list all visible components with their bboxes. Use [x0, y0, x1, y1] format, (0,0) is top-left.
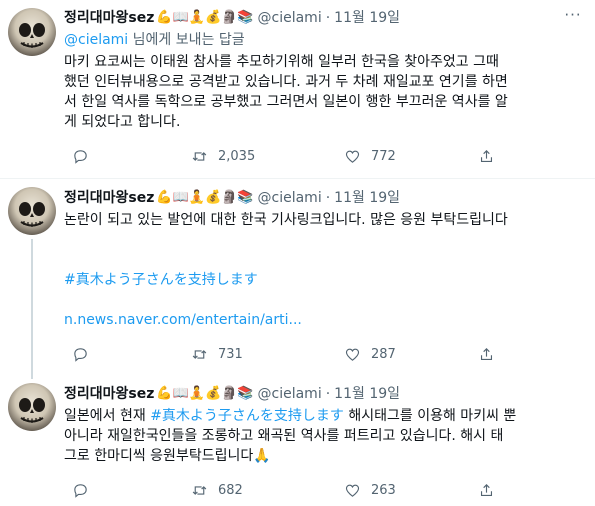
retweet-count: 731	[218, 346, 243, 362]
tweet-text-line: 아니라 재일한국인들을 조롱하고 왜곡된 역사를 퍼트리고 있습니다. 해시 태	[64, 428, 504, 444]
action-bar: 2,035 772	[64, 146, 504, 166]
tweet-header: 정리대마왕sez 💪📖🧘💰🗿📚 @cielami · 11월 19일	[64, 8, 400, 28]
reply-icon	[74, 149, 87, 164]
replying-to: @cielami 님에게 보내는 답글	[64, 30, 245, 50]
user-handle[interactable]: @cielami	[258, 384, 322, 404]
skull-face-icon	[19, 202, 45, 227]
text-segment: 일본에서 현재	[64, 408, 151, 424]
separator-dot: ·	[325, 10, 331, 26]
like-count: 263	[371, 482, 396, 498]
like-button[interactable]: 287	[344, 344, 396, 364]
tweet-date[interactable]: 11월 19일	[334, 8, 400, 28]
action-bar: 682 263	[64, 480, 504, 500]
reply-icon	[74, 483, 87, 498]
tweet-text-line: 일본에서 현재 #真木よう子さんを支持します 해시태그를 이용해 마키씨 뿐	[64, 406, 584, 426]
tweet-date[interactable]: 11월 19일	[334, 188, 400, 208]
url-line: n.news.naver.com/entertain/arti...	[64, 310, 584, 330]
share-button[interactable]	[478, 146, 495, 166]
tweet-text-line: 마키 요코씨는 이태원 참사를 추모하기위해 일부러 한국을 찾아주었고 그때	[64, 54, 499, 70]
display-name[interactable]: 정리대마왕sez	[64, 384, 154, 404]
like-count: 287	[371, 346, 396, 362]
tweet-text: 논란이 되고 있는 발언에 대한 한국 기사링크입니다. 많은 응원 부탁드립니…	[64, 210, 584, 230]
retweet-button[interactable]: 682	[191, 480, 243, 500]
tweet[interactable]: 정리대마왕sez 💪📖🧘💰🗿📚 @cielami · 11월 19일 ··· @…	[0, 0, 595, 178]
reply-mention-link[interactable]: @cielami	[64, 32, 128, 48]
tweet-date[interactable]: 11월 19일	[334, 384, 400, 404]
retweet-count: 682	[218, 482, 243, 498]
action-bar: 731 287	[64, 344, 504, 364]
retweet-count: 2,035	[218, 148, 256, 164]
share-button[interactable]	[478, 344, 495, 364]
hashtag-line: #真木よう子さんを支持します	[64, 270, 584, 290]
tweet-text: 일본에서 현재 #真木よう子さんを支持します 해시태그를 이용해 마키씨 뿐 아…	[64, 406, 584, 466]
user-handle[interactable]: @cielami	[258, 8, 322, 28]
like-icon	[345, 348, 360, 361]
article-link[interactable]: n.news.naver.com/entertain/arti...	[64, 312, 302, 328]
separator-dot: ·	[325, 386, 331, 402]
like-button[interactable]: 772	[344, 146, 396, 166]
like-button[interactable]: 263	[344, 480, 396, 500]
tweet-text-line: 서 한일 역사를 독학으로 공부했고 그러면서 일본이 행한 부끄러운 역사를 …	[64, 94, 508, 110]
avatar[interactable]	[8, 8, 56, 56]
display-name[interactable]: 정리대마왕sez	[64, 8, 154, 28]
retweet-icon	[192, 485, 207, 495]
retweet-icon	[192, 349, 207, 359]
reply-button[interactable]	[72, 480, 89, 500]
share-icon	[480, 347, 493, 360]
reply-button[interactable]	[72, 146, 89, 166]
thread-line	[31, 239, 33, 379]
tweet-text-line: 했던 인터뷰내용으로 공격받고 있습니다. 과거 두 차례 재일교포 연기를 하…	[64, 74, 508, 90]
tweet-text: 마키 요코씨는 이태원 참사를 추모하기위해 일부러 한국을 찾아주었고 그때 …	[64, 52, 584, 132]
avatar[interactable]	[8, 383, 56, 431]
name-emojis: 💪📖🧘💰🗿📚	[156, 386, 254, 401]
hashtag-link[interactable]: #真木よう子さんを支持します	[64, 272, 258, 288]
tweet-text-line: 논란이 되고 있는 발언에 대한 한국 기사링크입니다. 많은 응원 부탁드립니…	[64, 212, 508, 228]
like-count: 772	[371, 148, 396, 164]
tweet-header: 정리대마왕sez 💪📖🧘💰🗿📚 @cielami · 11월 19일	[64, 188, 400, 208]
separator-dot: ·	[325, 190, 331, 206]
reply-label: 님에게 보내는 답글	[128, 32, 245, 48]
share-icon	[480, 149, 493, 162]
retweet-button[interactable]: 731	[191, 344, 243, 364]
tweet[interactable]: 정리대마왕sez 💪📖🧘💰🗿📚 @cielami · 11월 19일 일본에서 …	[0, 379, 595, 506]
skull-face-icon	[19, 23, 45, 48]
reply-icon	[74, 347, 87, 362]
skull-face-icon	[19, 398, 45, 423]
tweet-text-line: 게 되었다고 합니다.	[64, 114, 181, 130]
like-icon	[345, 484, 360, 497]
tweet-text-line: 그로 한마디씩 응원부탁드립니다🙏	[64, 448, 271, 464]
avatar[interactable]	[8, 187, 56, 235]
user-handle[interactable]: @cielami	[258, 188, 322, 208]
like-icon	[345, 150, 360, 163]
name-emojis: 💪📖🧘💰🗿📚	[156, 190, 254, 205]
text-segment: 해시태그를 이용해 마키씨 뿐	[343, 408, 517, 424]
retweet-icon	[192, 151, 207, 161]
retweet-button[interactable]: 2,035	[191, 146, 255, 166]
reply-button[interactable]	[72, 344, 89, 364]
more-icon[interactable]: ···	[563, 8, 583, 28]
name-emojis: 💪📖🧘💰🗿📚	[156, 10, 254, 25]
tweet-header: 정리대마왕sez 💪📖🧘💰🗿📚 @cielami · 11월 19일	[64, 384, 400, 404]
share-button[interactable]	[478, 480, 495, 500]
hashtag-link[interactable]: #真木よう子さんを支持します	[150, 408, 344, 424]
share-icon	[480, 483, 493, 496]
display-name[interactable]: 정리대마왕sez	[64, 188, 154, 208]
tweet[interactable]: 정리대마왕sez 💪📖🧘💰🗿📚 @cielami · 11월 19일 논란이 되…	[0, 179, 595, 379]
